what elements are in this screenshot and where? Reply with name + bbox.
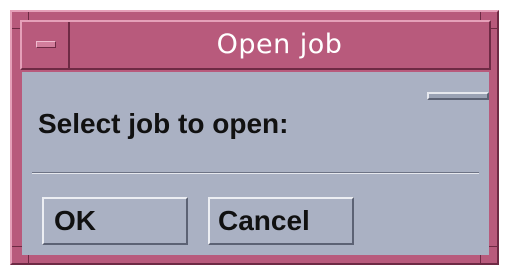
window-menu-button[interactable] — [22, 22, 70, 68]
window-menu-icon — [36, 41, 56, 48]
ok-button[interactable]: OK — [42, 197, 188, 245]
separator — [32, 172, 479, 174]
title-bar[interactable]: Open job — [20, 20, 491, 70]
frame-corner-handle — [28, 12, 29, 20]
frame-corner-handle — [480, 255, 481, 263]
dialog-prompt: Select job to open: — [38, 108, 289, 139]
frame-corner-handle — [480, 12, 481, 20]
drag-handle-indicator — [427, 92, 489, 100]
window-title: Open job — [216, 29, 343, 60]
frame-corner-handle — [12, 246, 22, 247]
dialog-content: Select job to open: OK Cancel — [22, 72, 489, 255]
frame-corner-handle — [28, 255, 29, 263]
cancel-button[interactable]: Cancel — [208, 197, 354, 245]
dialog-window-frame[interactable]: Open job Select job to open: OK Cancel — [10, 10, 499, 265]
